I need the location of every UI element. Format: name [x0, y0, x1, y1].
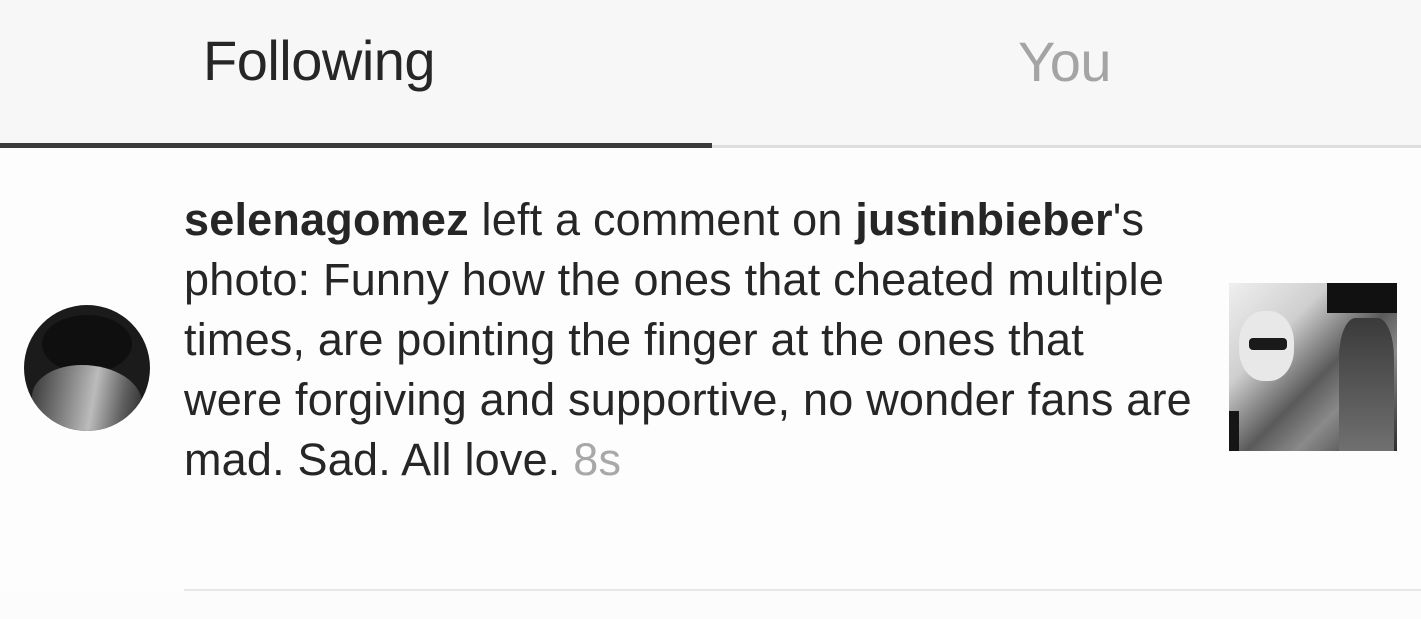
next-activity-item-partial	[0, 591, 1421, 619]
activity-screen: Following You selenagomez left a comment…	[0, 0, 1421, 619]
actor-username-link[interactable]: selenagomez	[184, 194, 469, 245]
activity-timestamp: 8s	[573, 434, 622, 485]
tab-you-label: You	[1018, 29, 1112, 93]
comment-body: Funny how the ones that cheated multiple…	[184, 254, 1192, 485]
activity-comment-text: selenagomez left a comment on justinbieb…	[184, 190, 1194, 490]
target-username-link[interactable]: justinbieber	[855, 194, 1112, 245]
thumbnail-sunglasses-shape	[1249, 338, 1287, 350]
action-text: left a comment on	[468, 194, 856, 245]
tab-following[interactable]: Following	[0, 0, 712, 148]
activity-item[interactable]: selenagomez left a comment on justinbieb…	[0, 148, 1421, 591]
thumbnail-figure-shape	[1339, 318, 1394, 451]
avatar-shoulder-shape	[32, 365, 142, 431]
actor-avatar[interactable]	[24, 305, 150, 431]
photo-thumbnail[interactable]	[1229, 283, 1397, 451]
tab-you[interactable]: You	[712, 0, 1421, 148]
thumbnail-edge-shape	[1229, 411, 1239, 451]
activity-tab-bar: Following You	[0, 0, 1421, 148]
thumbnail-dark-area	[1327, 283, 1397, 313]
tab-following-label: Following	[203, 28, 436, 92]
